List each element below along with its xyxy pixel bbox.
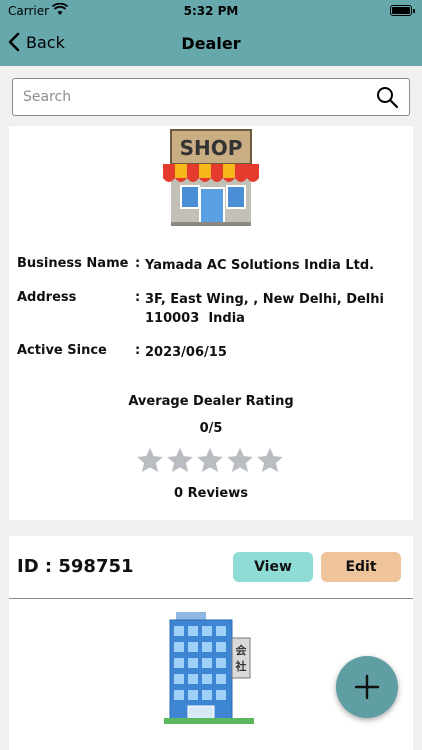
add-dealer-button[interactable] — [336, 656, 398, 718]
separator: : — [135, 343, 141, 358]
page-title: Dealer — [181, 34, 241, 53]
separator: : — [135, 290, 141, 305]
divider — [9, 598, 413, 599]
edit-button[interactable]: Edit — [321, 552, 401, 582]
battery-icon — [390, 5, 415, 16]
search-bar — [12, 78, 410, 116]
svg-text:会: 会 — [236, 643, 248, 657]
svg-text:社: 社 — [235, 659, 247, 673]
nav-bar: Back Dealer — [0, 22, 422, 66]
dealer-id-card: ID : 598751 View Edit 会 社 — [9, 536, 413, 750]
star-icon — [166, 446, 196, 474]
clock: 5:32 PM — [183, 4, 239, 18]
address-value: 3F, East Wing, , New Delhi, Delhi 110003… — [145, 290, 395, 328]
star-icon — [196, 446, 226, 474]
status-bar: Carrier 5:32 PM — [0, 0, 422, 22]
separator: : — [135, 256, 141, 271]
star-icon — [226, 446, 256, 474]
active-since-label: Active Since — [17, 343, 107, 358]
office-building-illustration: 会 社 — [164, 612, 264, 724]
address-line-1: 3F, East Wing, , New Delhi, Delhi — [145, 292, 384, 307]
dealer-id: ID : 598751 — [17, 556, 134, 577]
reviews-count: 0 Reviews — [174, 486, 248, 501]
search-icon[interactable] — [375, 85, 399, 113]
plus-icon — [354, 674, 380, 700]
svg-text:SHOP: SHOP — [180, 136, 243, 160]
business-name-label: Business Name — [17, 256, 129, 271]
search-input[interactable] — [23, 79, 363, 115]
rating-stars — [136, 446, 286, 474]
active-since-value: 2023/06/15 — [145, 345, 227, 360]
address-line-2: 110003 India — [145, 311, 245, 326]
business-name-value: Yamada AC Solutions India Ltd. — [145, 258, 375, 273]
shop-illustration: SHOP — [159, 128, 263, 226]
dealer-card: SHOP Business Name : Yamada AC Solutions… — [9, 126, 413, 520]
rating-title: Average Dealer Rating — [128, 394, 294, 409]
star-icon — [136, 446, 166, 474]
view-button[interactable]: View — [233, 552, 313, 582]
address-label: Address — [17, 290, 77, 305]
star-icon — [256, 446, 286, 474]
rating-score: 0/5 — [199, 421, 223, 436]
